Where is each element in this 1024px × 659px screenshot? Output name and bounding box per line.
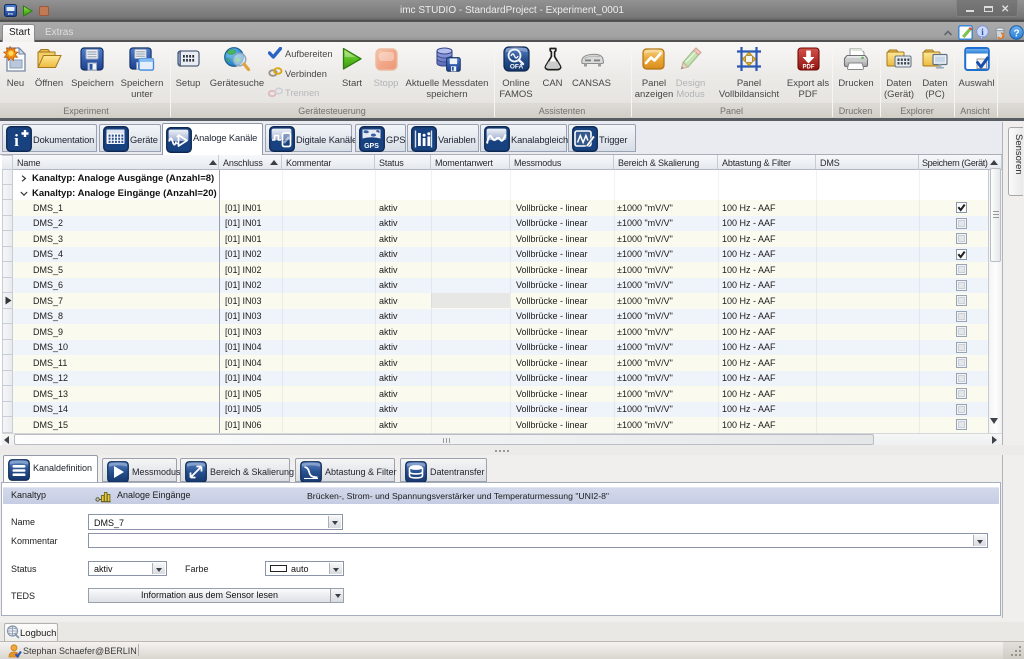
svg-text:?: ? <box>1013 29 1019 40</box>
svg-text:i: i <box>14 131 19 150</box>
svg-text:imc: imc <box>8 12 14 16</box>
svg-text:PDF: PDF <box>802 65 814 71</box>
svg-text:OFA: OFA <box>509 64 523 71</box>
svg-text:GPS: GPS <box>364 143 379 150</box>
